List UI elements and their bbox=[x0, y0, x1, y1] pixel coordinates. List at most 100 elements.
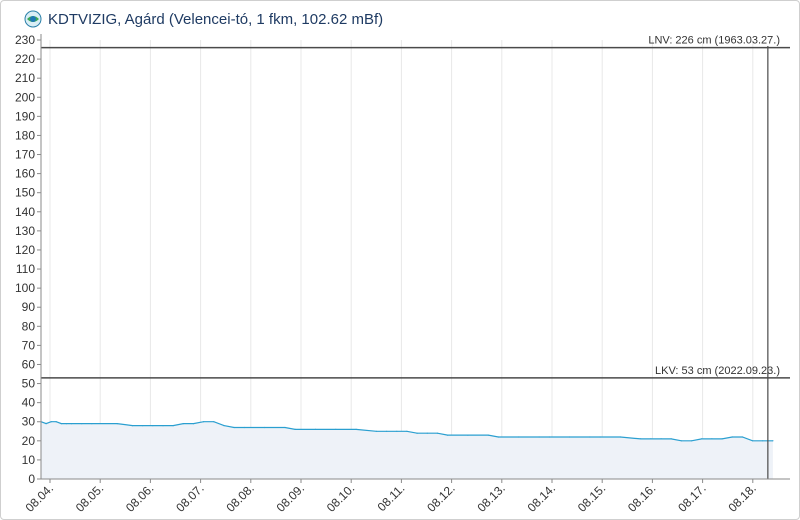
data-point bbox=[65, 423, 67, 425]
data-point bbox=[152, 425, 154, 427]
data-point bbox=[142, 425, 144, 427]
x-tick-label: 08.16. bbox=[625, 481, 658, 514]
y-tick-label: 200 bbox=[15, 90, 35, 104]
y-tick-label: 80 bbox=[22, 319, 36, 333]
data-point bbox=[721, 438, 723, 440]
data-point bbox=[619, 436, 622, 438]
y-tick-label: 40 bbox=[22, 396, 36, 410]
y-tick-label: 50 bbox=[22, 377, 36, 391]
y-tick-label: 170 bbox=[15, 148, 35, 162]
x-tick-label: 08.12. bbox=[424, 481, 457, 514]
data-point bbox=[436, 432, 438, 434]
x-tick-label: 08.05. bbox=[73, 481, 106, 514]
y-tick-label: 90 bbox=[22, 300, 36, 314]
data-point bbox=[375, 430, 377, 432]
data-point bbox=[416, 432, 418, 434]
x-tick-label: 08.11. bbox=[375, 481, 408, 514]
x-tick-label: 08.18. bbox=[725, 481, 758, 514]
data-point bbox=[192, 423, 195, 425]
data-point bbox=[223, 425, 225, 427]
data-point bbox=[538, 436, 540, 438]
data-point bbox=[264, 426, 266, 429]
data-point bbox=[55, 421, 57, 423]
data-point bbox=[569, 436, 571, 438]
data-point bbox=[467, 434, 469, 436]
reference-line-label: LNV: 226 cm (1963.03.27.) bbox=[648, 35, 780, 47]
data-point bbox=[131, 425, 134, 427]
data-point bbox=[426, 432, 428, 434]
x-tick-label: 08.09. bbox=[274, 481, 307, 514]
data-point bbox=[81, 423, 83, 425]
data-point bbox=[203, 421, 205, 423]
y-tick-label: 10 bbox=[22, 453, 36, 467]
y-tick-label: 130 bbox=[15, 224, 35, 238]
data-point bbox=[640, 438, 642, 440]
y-tick-label: 30 bbox=[22, 415, 36, 429]
data-point bbox=[45, 423, 47, 425]
area-layer bbox=[40, 421, 774, 479]
y-tick-label: 230 bbox=[15, 33, 35, 47]
y-tick-label: 20 bbox=[22, 434, 36, 448]
x-tick-label: 08.14. bbox=[525, 481, 558, 514]
data-point bbox=[589, 436, 591, 438]
x-tick-label: 08.17. bbox=[675, 481, 708, 514]
y-tick-label: 100 bbox=[15, 281, 35, 295]
data-point bbox=[396, 430, 398, 432]
data-point bbox=[355, 428, 357, 430]
data-point bbox=[294, 428, 296, 430]
y-tick-label: 60 bbox=[22, 357, 36, 371]
y-tick-label: 140 bbox=[15, 205, 35, 219]
data-point bbox=[680, 440, 683, 442]
data-point bbox=[772, 440, 774, 442]
grid-layer bbox=[49, 40, 754, 479]
data-point bbox=[213, 421, 215, 423]
series-area bbox=[41, 421, 773, 479]
data-point bbox=[50, 421, 52, 423]
data-point bbox=[487, 434, 489, 436]
data-point bbox=[599, 436, 601, 438]
x-tick-label: 08.06. bbox=[123, 481, 156, 514]
data-point bbox=[447, 434, 449, 436]
data-point bbox=[660, 438, 662, 440]
data-point bbox=[741, 436, 744, 438]
data-point bbox=[335, 428, 337, 430]
data-point bbox=[650, 438, 652, 440]
x-tick-label: 08.10. bbox=[324, 481, 357, 514]
x-tick-label: 08.07. bbox=[173, 481, 206, 514]
data-point bbox=[284, 426, 286, 429]
data-point bbox=[70, 423, 73, 425]
data-point bbox=[691, 440, 693, 442]
reference-line-label: LKV: 53 cm (2022.09.23.) bbox=[655, 365, 780, 377]
data-point bbox=[386, 430, 388, 432]
data-point bbox=[406, 430, 408, 432]
water-level-chart: LNV: 226 cm (1963.03.27.) LKV: 53 cm (202… bbox=[15, 33, 790, 515]
data-point bbox=[548, 436, 550, 438]
data-point bbox=[752, 440, 754, 442]
data-point bbox=[670, 438, 672, 440]
data-point bbox=[91, 423, 93, 425]
data-point bbox=[60, 423, 62, 425]
y-tick-label: 150 bbox=[15, 186, 35, 200]
data-point bbox=[497, 436, 499, 438]
y-tick-label: 0 bbox=[28, 472, 35, 486]
y-tick-label: 120 bbox=[15, 243, 35, 257]
data-point bbox=[701, 438, 703, 440]
y-tick-label: 180 bbox=[15, 128, 35, 142]
x-tick-label: 08.08. bbox=[223, 481, 256, 514]
x-tick-label: 08.04. bbox=[23, 481, 56, 514]
data-point bbox=[731, 436, 733, 438]
data-point bbox=[518, 436, 520, 438]
data-point bbox=[243, 426, 245, 429]
y-tick-label: 190 bbox=[15, 109, 35, 123]
x-tick-label: 08.13. bbox=[474, 481, 507, 514]
y-tick-label: 210 bbox=[15, 71, 35, 85]
y-tick-label: 110 bbox=[16, 262, 35, 276]
y-tick-label: 70 bbox=[22, 338, 36, 352]
data-point bbox=[172, 425, 174, 427]
y-tick-label: 160 bbox=[15, 167, 35, 181]
reference-lines-layer: LNV: 226 cm (1963.03.27.) LKV: 53 cm (202… bbox=[41, 35, 790, 479]
data-point bbox=[314, 428, 317, 430]
data-point bbox=[233, 426, 235, 429]
data-point bbox=[162, 425, 164, 427]
data-point bbox=[182, 423, 184, 425]
